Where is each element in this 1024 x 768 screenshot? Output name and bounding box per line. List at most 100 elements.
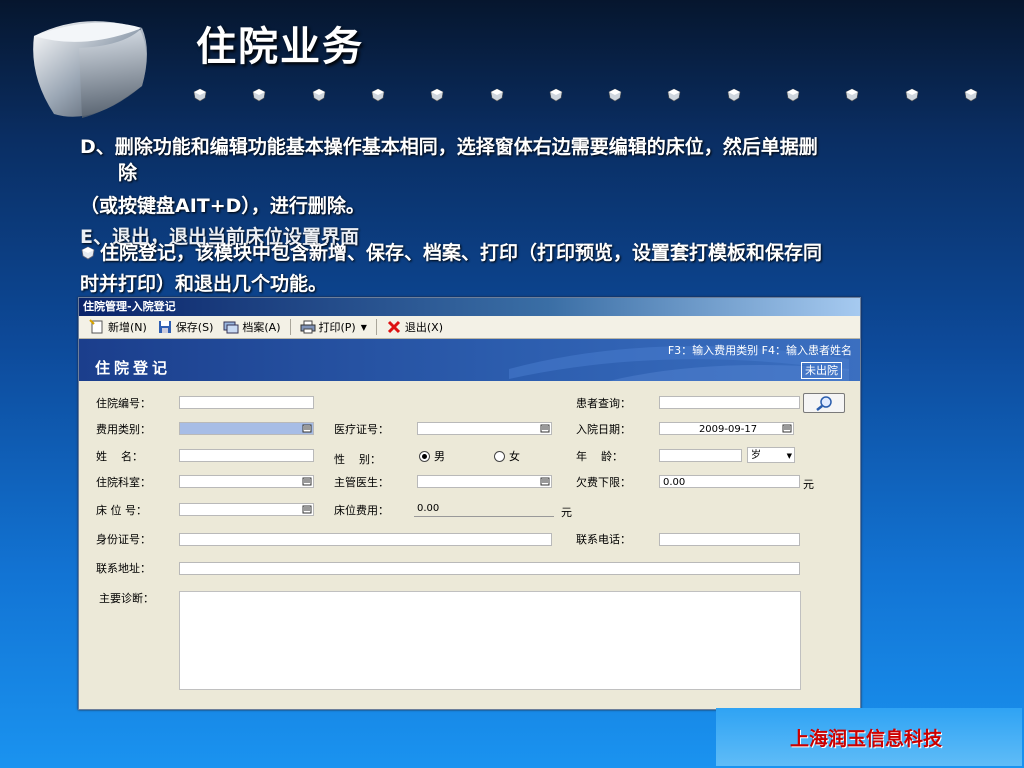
archive-label: 档案(A) bbox=[242, 321, 281, 334]
brand-footer: 上海润玉信息科技 bbox=[716, 708, 1022, 766]
id-card-input[interactable] bbox=[179, 533, 552, 546]
gem-icon bbox=[608, 88, 622, 102]
bed-fee-unit: 元 bbox=[561, 506, 572, 519]
form-banner: 住院登记 F3：输入费用类别 F4：输入患者姓名 未出院 bbox=[79, 339, 860, 381]
bed-fee-label: 床位费用： bbox=[334, 504, 389, 517]
chevron-down-icon: ▼ bbox=[786, 452, 792, 460]
name-label: 姓 名： bbox=[96, 450, 143, 463]
printer-icon bbox=[300, 320, 315, 334]
paragraph-d-line-3: （或按键盘AIT+D），进行删除。 bbox=[80, 195, 365, 217]
floppy-icon bbox=[158, 321, 171, 333]
address-input[interactable] bbox=[179, 562, 800, 575]
patient-query-input[interactable] bbox=[659, 396, 800, 409]
gem-icon bbox=[964, 88, 978, 102]
admit-date-label: 入院日期： bbox=[576, 423, 631, 436]
medical-card-input[interactable] bbox=[417, 422, 552, 435]
hospital-no-input[interactable] bbox=[179, 396, 314, 409]
close-icon bbox=[387, 320, 400, 334]
gem-icon bbox=[312, 88, 325, 102]
gem-icon bbox=[845, 88, 859, 102]
lookup-icon bbox=[302, 477, 312, 486]
arrears-value: 0.00 bbox=[663, 477, 686, 488]
gem-icon bbox=[193, 88, 207, 102]
arrears-unit: 元 bbox=[803, 478, 814, 491]
archive-icon bbox=[223, 321, 239, 334]
magnifier-icon bbox=[816, 396, 832, 411]
address-label: 联系地址： bbox=[96, 562, 151, 575]
print-dropdown-icon[interactable]: ▼ bbox=[361, 323, 367, 332]
gem-icon bbox=[786, 88, 800, 102]
doctor-label: 主管医生： bbox=[334, 476, 389, 489]
diagnosis-textarea[interactable] bbox=[179, 591, 801, 690]
name-input[interactable] bbox=[179, 449, 314, 462]
print-button[interactable]: 打印(P) ▼ bbox=[296, 317, 371, 337]
form-title: 住院登记 bbox=[95, 359, 172, 377]
patient-query-label: 患者查询： bbox=[576, 397, 631, 410]
gem-divider bbox=[193, 88, 993, 106]
patient-search-button[interactable] bbox=[803, 393, 845, 413]
archive-button[interactable]: 档案(A) bbox=[219, 317, 284, 337]
dept-select[interactable] bbox=[179, 475, 314, 488]
bullet-line-2: 时并打印）和退出几个功能。 bbox=[80, 273, 328, 295]
gem-icon bbox=[905, 88, 918, 102]
arrears-input[interactable]: 0.00 bbox=[659, 475, 800, 488]
medical-card-label: 医疗证号： bbox=[334, 423, 389, 436]
lookup-icon bbox=[540, 424, 550, 433]
bullet-line-1: 住院登记，该模块中包含新增、保存、档案、打印（打印预览，设置套打模板和保存同 bbox=[100, 242, 823, 264]
exit-label: 退出(X) bbox=[404, 321, 443, 334]
gem-icon bbox=[668, 88, 681, 102]
new-button[interactable]: 新增(N) bbox=[85, 317, 151, 337]
gem-bullet-icon bbox=[81, 246, 95, 260]
gem-icon bbox=[371, 88, 385, 102]
calendar-icon bbox=[782, 424, 792, 433]
gender-male-radio[interactable] bbox=[419, 451, 430, 462]
brand-name: 上海润玉信息科技 bbox=[790, 728, 943, 750]
shortcut-hint: F3：输入费用类别 F4：输入患者姓名 bbox=[667, 344, 852, 357]
lookup-icon bbox=[302, 424, 312, 433]
admit-date-input[interactable]: 2009-09-17 bbox=[659, 422, 794, 435]
paragraph-bullet: 住院登记，该模块中包含新增、保存、档案、打印（打印预览，设置套打模板和保存同 时… bbox=[80, 238, 1000, 300]
paragraph-d: D、删除功能和编辑功能基本操作基本相同，选择窗体右边需要编辑的床位，然后单据删 … bbox=[80, 134, 980, 186]
doctor-select[interactable] bbox=[417, 475, 552, 488]
print-label: 打印(P) bbox=[318, 321, 356, 334]
gender-label: 性 别： bbox=[334, 453, 381, 466]
toolbar: 新增(N) 保存(S) 档案(A) 打印(P) ▼ 退出(X) bbox=[79, 316, 860, 339]
toolbar-separator bbox=[289, 319, 291, 335]
paragraph-d-line-2: 除 bbox=[118, 162, 138, 184]
save-label: 保存(S) bbox=[175, 321, 214, 334]
id-card-label: 身份证号： bbox=[96, 533, 151, 546]
bed-select[interactable] bbox=[179, 503, 314, 516]
new-label: 新增(N) bbox=[108, 321, 147, 334]
age-unit-select[interactable]: 岁 ▼ bbox=[747, 447, 795, 463]
lookup-icon bbox=[302, 505, 312, 514]
gem-icon bbox=[727, 88, 741, 102]
fee-type-label: 费用类别： bbox=[96, 423, 151, 436]
lookup-icon bbox=[540, 477, 550, 486]
exit-button[interactable]: 退出(X) bbox=[382, 317, 447, 337]
admission-form: 住院编号： 患者查询： 费用类别： 医疗证号： 入院日期： 2009-09-17… bbox=[79, 381, 860, 708]
phone-input[interactable] bbox=[659, 533, 800, 546]
gender-male-label: 男 bbox=[434, 450, 445, 463]
dept-label: 住院科室： bbox=[96, 476, 151, 489]
diagnosis-label: 主要诊断： bbox=[99, 592, 154, 605]
gender-female-label: 女 bbox=[509, 450, 520, 463]
gem-icon bbox=[430, 88, 444, 102]
status-badge: 未出院 bbox=[801, 362, 842, 379]
age-input[interactable] bbox=[659, 449, 742, 462]
age-label: 年 龄： bbox=[576, 450, 623, 463]
gender-female-radio[interactable] bbox=[494, 451, 505, 462]
save-button[interactable]: 保存(S) bbox=[153, 317, 218, 337]
new-doc-icon bbox=[89, 319, 103, 334]
age-unit-value: 岁 bbox=[751, 450, 761, 461]
admission-dialog: 住院管理-入院登记 新增(N) 保存(S) 档案(A) 打印(P) ▼ 退出(X… bbox=[78, 297, 861, 710]
slide-title: 住院业务 bbox=[196, 24, 364, 70]
fee-type-select[interactable] bbox=[179, 422, 314, 435]
bed-fee-display: 0.00 bbox=[414, 501, 554, 517]
bed-label: 床 位 号： bbox=[96, 504, 147, 517]
admit-date-value: 2009-09-17 bbox=[698, 424, 758, 435]
hospital-no-label: 住院编号： bbox=[96, 397, 151, 410]
gem-icon bbox=[490, 88, 503, 102]
gem-icon bbox=[549, 88, 563, 102]
paragraph-d-line-1: D、删除功能和编辑功能基本操作基本相同，选择窗体右边需要编辑的床位，然后单据删 bbox=[80, 136, 818, 158]
bed-fee-value: 0.00 bbox=[417, 503, 440, 514]
